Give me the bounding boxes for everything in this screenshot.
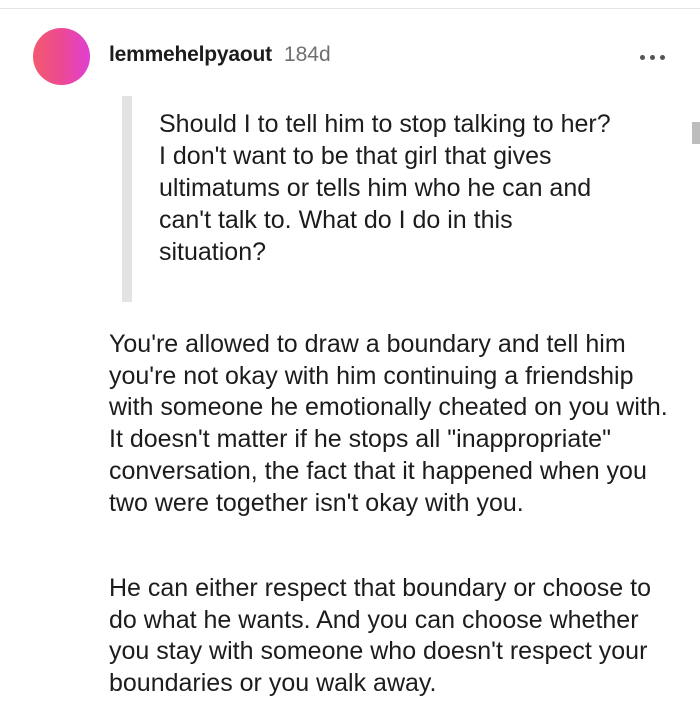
- more-horizontal-icon: [640, 54, 665, 60]
- avatar[interactable]: [33, 28, 90, 85]
- comment-paragraph: You're allowed to draw a boundary and te…: [109, 330, 668, 517]
- scrollbar-thumb[interactable]: [692, 122, 700, 144]
- more-options-button[interactable]: [636, 44, 670, 70]
- more-dot: [650, 54, 655, 60]
- top-divider: [0, 8, 700, 9]
- blockquote-text: Should I to tell him to stop talking to …: [159, 110, 611, 266]
- comment-header: lemmehelpyaout 184d: [109, 43, 331, 73]
- comment-paragraph: He can either respect that boundary or c…: [109, 574, 651, 698]
- more-dot: [660, 54, 665, 60]
- comment-age: 184d: [283, 43, 331, 66]
- username[interactable]: lemmehelpyaout: [109, 43, 272, 67]
- more-dot: [640, 54, 645, 60]
- blockquote-bar: [122, 96, 132, 302]
